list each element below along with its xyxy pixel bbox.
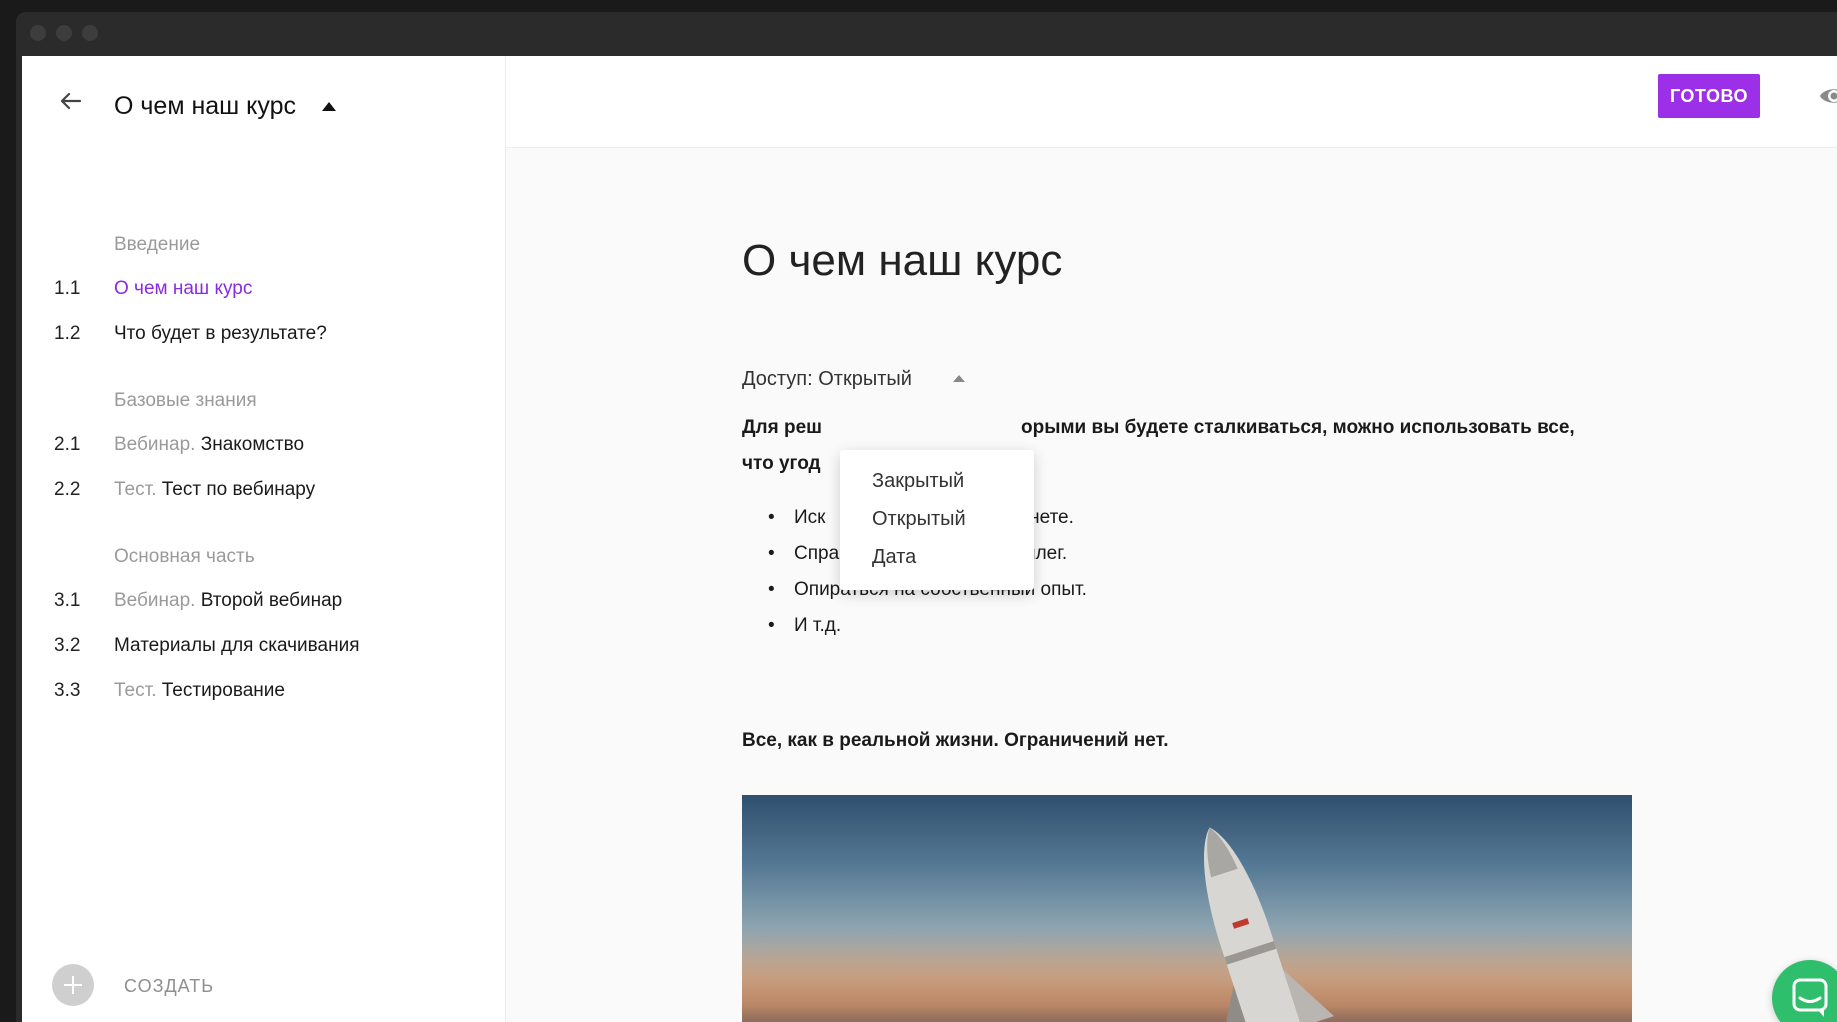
lesson-content: О чем наш курс Доступ: Открытый Для реш …: [506, 148, 1837, 1022]
course-title[interactable]: О чем наш курс: [114, 92, 296, 121]
course-editor: О чем наш курс Введение 1.1 О чем наш ку…: [22, 56, 1837, 1022]
nav-item-1-1[interactable]: 1.1 О чем наш курс: [22, 278, 505, 314]
access-dropdown: Закрытый Открытый Дата: [840, 450, 1034, 590]
nav-item-3-1[interactable]: 3.1 Вебинар. Второй вебинар: [22, 590, 505, 626]
nav-item-3-3[interactable]: 3.3 Тест. Тестирование: [22, 680, 505, 716]
dropdown-option-closed[interactable]: Закрытый: [872, 470, 1022, 493]
chat-icon: [1772, 960, 1837, 1022]
nav-item-number: 1.1: [54, 278, 80, 300]
nav-item-label: Вебинар. Второй вебинар: [114, 590, 342, 612]
nav-item-number: 2.2: [54, 479, 80, 501]
section-title-basics: Базовые знания: [114, 390, 257, 412]
nav-item-number: 2.1: [54, 434, 80, 456]
chat-button[interactable]: [1772, 960, 1837, 1022]
dropdown-option-date[interactable]: Дата: [872, 546, 1022, 569]
access-value[interactable]: Открытый: [818, 368, 912, 390]
caret-up-icon[interactable]: [953, 375, 965, 382]
summary-paragraph[interactable]: Все, как в реальной жизни. Ограничений н…: [742, 730, 1169, 752]
rocket-illustration: [742, 795, 1632, 1022]
nav-item-1-2[interactable]: 1.2 Что будет в результате?: [22, 323, 505, 359]
nav-item-type: Вебинар.: [114, 590, 195, 611]
window-minimize-dot[interactable]: [56, 25, 72, 41]
hero-image[interactable]: [742, 795, 1632, 1022]
arrow-left-icon[interactable]: [54, 84, 88, 118]
paragraph-line1-start: Для реш: [742, 417, 822, 438]
window-zoom-dot[interactable]: [82, 25, 98, 41]
section-title-intro: Введение: [114, 234, 200, 256]
nav-item-type: Тест.: [114, 680, 156, 701]
editor-topbar: ГОТОВО: [506, 56, 1837, 148]
create-button[interactable]: СОЗДАТЬ: [52, 964, 252, 1006]
paragraph-line1-end: орыми вы будете сталкиваться, можно испо…: [1021, 410, 1575, 446]
paragraph-line2-start: что угод: [742, 453, 821, 474]
nav-item-type: Вебинар.: [114, 434, 195, 455]
access-selector[interactable]: Доступ: Открытый: [742, 368, 912, 391]
nav-item-3-2[interactable]: 3.2 Материалы для скачивания: [22, 635, 505, 671]
nav-item-label: Что будет в результате?: [114, 323, 327, 345]
nav-item-label: Тест. Тестирование: [114, 680, 285, 702]
window-titlebar: [16, 12, 1837, 56]
nav-item-label: Тест. Тест по вебинару: [114, 479, 315, 501]
nav-item-number: 1.2: [54, 323, 80, 345]
nav-item-number: 3.3: [54, 680, 80, 702]
course-sidebar: О чем наш курс Введение 1.1 О чем наш ку…: [22, 56, 506, 1022]
done-button[interactable]: ГОТОВО: [1658, 74, 1760, 118]
create-label: СОЗДАТЬ: [124, 976, 214, 997]
section-title-main: Основная часть: [114, 546, 255, 568]
plus-icon: [52, 964, 94, 1006]
nav-item-number: 3.2: [54, 635, 80, 657]
list-item: И т.д.: [742, 608, 1162, 644]
nav-item-number: 3.1: [54, 590, 80, 612]
access-label: Доступ:: [742, 368, 813, 390]
app-window: О чем наш курс Введение 1.1 О чем наш ку…: [16, 12, 1837, 1022]
course-menu-caret-icon[interactable]: [322, 102, 336, 111]
page-title[interactable]: О чем наш курс: [742, 236, 1062, 286]
nav-item-label: Вебинар. Знакомство: [114, 434, 304, 456]
nav-item-2-1[interactable]: 2.1 Вебинар. Знакомство: [22, 434, 505, 470]
window-close-dot[interactable]: [30, 25, 46, 41]
nav-item-label: О чем наш курс: [114, 278, 252, 300]
nav-item-2-2[interactable]: 2.2 Тест. Тест по вебинару: [22, 479, 505, 515]
dropdown-option-open[interactable]: Открытый: [872, 508, 1022, 531]
nav-item-type: Тест.: [114, 479, 156, 500]
nav-item-label: Материалы для скачивания: [114, 635, 360, 657]
eye-icon[interactable]: [1818, 82, 1837, 110]
